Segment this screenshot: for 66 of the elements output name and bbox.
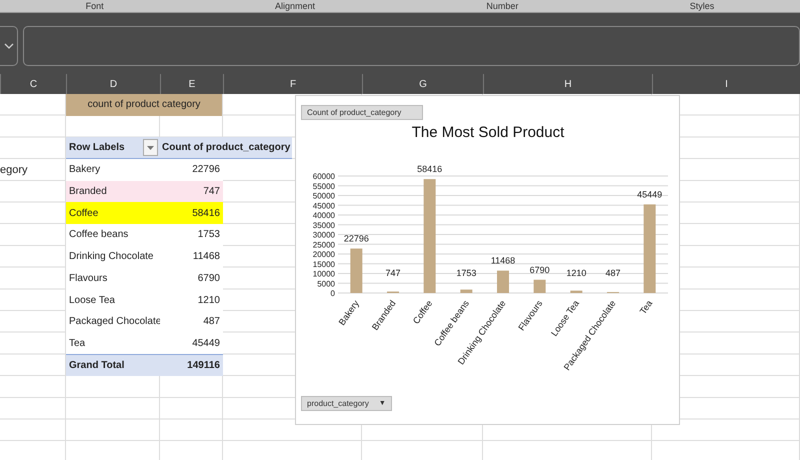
data-label: 1753	[456, 268, 476, 278]
value-cell: 6790	[160, 268, 223, 290]
row-label-cell: Tea	[66, 332, 160, 354]
value-cell: 1753	[160, 224, 223, 246]
grand-total-value: 149116	[160, 354, 223, 376]
y-tick-label: 20000	[312, 250, 335, 259]
value-cell: 22796	[160, 159, 223, 181]
data-label: 22796	[344, 234, 369, 244]
value-cell: 747	[160, 180, 223, 202]
value-field-button[interactable]: Count of product_category	[301, 105, 423, 120]
y-tick-label: 15000	[312, 260, 335, 269]
chart-panel[interactable]	[295, 95, 680, 425]
row-label-cell: Coffee	[66, 202, 160, 224]
data-label: 45449	[637, 189, 662, 200]
y-tick-label: 40000	[312, 211, 335, 220]
row-label-cell: Drinking Chocolate	[66, 246, 160, 268]
y-tick-label: 30000	[312, 230, 335, 240]
grand-total-label: Grand Total	[66, 354, 160, 376]
row-label-cell: Branded	[66, 180, 160, 202]
value-cell: 58416	[160, 202, 223, 224]
value-cell: 1210	[160, 289, 223, 311]
bar[interactable]	[570, 290, 582, 293]
row-labels-text: Row Labels	[69, 142, 125, 154]
ribbon-group-label: Font	[86, 1, 104, 11]
y-tick-label: 10000	[312, 270, 335, 278]
chevron-down-icon	[4, 42, 14, 50]
row-label-cell: Coffee beans	[66, 224, 160, 246]
formula-bar-input[interactable]	[23, 26, 800, 66]
bar[interactable]	[644, 204, 656, 293]
y-tick-label: 55000	[312, 182, 335, 191]
category-label: Tea	[638, 298, 654, 316]
bar[interactable]	[497, 270, 509, 293]
bar[interactable]	[424, 179, 436, 293]
y-tick-label: 45000	[312, 201, 335, 210]
y-tick-label: 25000	[312, 240, 335, 250]
ribbon-group-label: Styles	[690, 1, 714, 11]
table-cell-text: egory	[0, 162, 29, 178]
y-tick-label: 0	[330, 289, 335, 298]
data-label: 11468	[490, 256, 516, 266]
ribbon-group-label: Alignment	[275, 1, 316, 11]
data-label: 1210	[566, 268, 586, 278]
y-tick-label: 5000	[317, 279, 335, 288]
name-box-dropdown[interactable]	[0, 26, 18, 66]
data-label: 58416	[417, 164, 442, 174]
data-label: 6790	[530, 264, 550, 275]
bar[interactable]	[534, 280, 546, 293]
pivot-title-cell: count of product category	[66, 94, 222, 116]
value-header-cell: Count of product_category	[160, 137, 292, 160]
filter-dropdown-button[interactable]	[143, 139, 158, 156]
y-tick-label: 35000	[312, 220, 335, 230]
row-label-cell: Bakery	[66, 159, 160, 181]
value-cell: 11468	[160, 246, 223, 268]
data-label: 747	[385, 268, 401, 278]
row-label-cell: Loose Tea	[66, 289, 160, 311]
y-tick-label: 60000	[312, 172, 335, 181]
ribbon-group-label: Number	[486, 1, 518, 11]
value-cell: 487	[160, 310, 223, 333]
row-label-cell: Flavours	[66, 268, 160, 290]
y-tick-label: 50000	[312, 192, 335, 200]
dropdown-arrow-icon	[147, 146, 154, 150]
bar[interactable]	[350, 248, 362, 293]
data-label: 487	[605, 268, 621, 278]
chart-title: The Most Sold Product	[412, 124, 564, 141]
value-cell: 45449	[160, 332, 223, 354]
row-label-cell: Packaged Chocolate	[66, 310, 160, 333]
bar[interactable]	[460, 290, 472, 293]
